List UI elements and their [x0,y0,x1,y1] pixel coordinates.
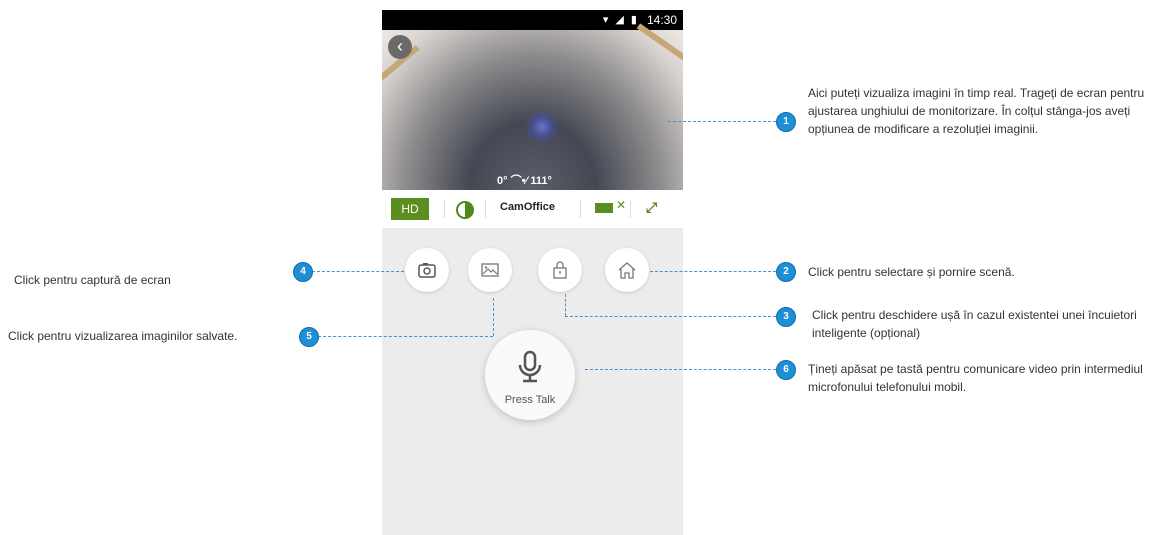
press-talk-label: Press Talk [504,394,556,406]
camera-icon [418,263,436,278]
gallery-button[interactable] [468,248,512,292]
leader-line-5b [318,336,493,337]
video-light-spot [522,112,562,142]
video-toolbar: HD CamOffice ✕ ⤢ [382,190,683,228]
divider [580,200,581,218]
annotation-3-text: Click pentru deschidere ușă în cazul exi… [812,308,1137,340]
annotation-4-text: Click pentru captură de ecran [14,273,171,287]
video-frame-edge [636,23,683,63]
callout-badge-5: 5 [299,327,319,347]
leader-line-2 [650,271,776,272]
callout-badge-3: 3 [776,307,796,327]
callout-badge-6: 6 [776,360,796,380]
leader-line-4 [312,271,404,272]
speaker-mute-icon[interactable] [595,203,613,213]
annotation-6-text: Țineți apăsat pe tastă pentru comunicare… [808,362,1143,394]
device-name: CamOffice [500,201,556,213]
pan-angle-indicator: 0° ⌒•⁄ 111° [497,172,552,188]
divider [630,200,631,218]
leader-line-1 [668,121,776,122]
phone-screen: ▾ ◢ ▮ 14:30 ‹ 0° ⌒•⁄ 111° HD CamOffice ✕… [382,10,683,535]
angle-min-label: 0° [497,175,508,187]
leader-line-5a [493,298,494,336]
image-icon [481,263,499,277]
home-icon [618,262,636,279]
callout-badge-1: 1 [776,112,796,132]
live-video-view[interactable]: ‹ 0° ⌒•⁄ 111° [382,23,683,190]
divider [444,200,445,218]
hd-toggle-button[interactable]: HD [391,198,429,220]
press-talk-button[interactable]: Press Talk [485,330,575,420]
divider [485,200,486,218]
angle-arc-icon: ⌒•⁄ [510,175,531,187]
snapshot-button[interactable] [405,248,449,292]
annotation-1-text: Aici puteți vizualiza imagini în timp re… [808,86,1145,136]
status-icons: ▾ ◢ ▮ [602,14,639,26]
microphone-icon [518,350,542,383]
unlock-button[interactable] [538,248,582,292]
status-time: 14:30 [646,13,677,27]
annotation-5-text: Click pentru vizualizarea imaginilor sal… [8,329,238,343]
angle-max-label: 111° [530,175,552,187]
fullscreen-icon[interactable]: ⤢ [646,199,657,216]
leader-line-3a [565,294,566,316]
contrast-icon[interactable] [456,201,474,219]
back-button[interactable]: ‹ [388,35,412,59]
lock-icon [553,261,567,279]
annotation-2-text: Click pentru selectare și pornire scenă. [808,265,1015,279]
mute-x-icon: ✕ [616,198,627,212]
scene-home-button[interactable] [605,248,649,292]
callout-badge-4: 4 [293,262,313,282]
chevron-left-icon: ‹ [397,36,403,56]
leader-line-3b [565,316,776,317]
leader-line-6 [585,369,776,370]
callout-badge-2: 2 [776,262,796,282]
